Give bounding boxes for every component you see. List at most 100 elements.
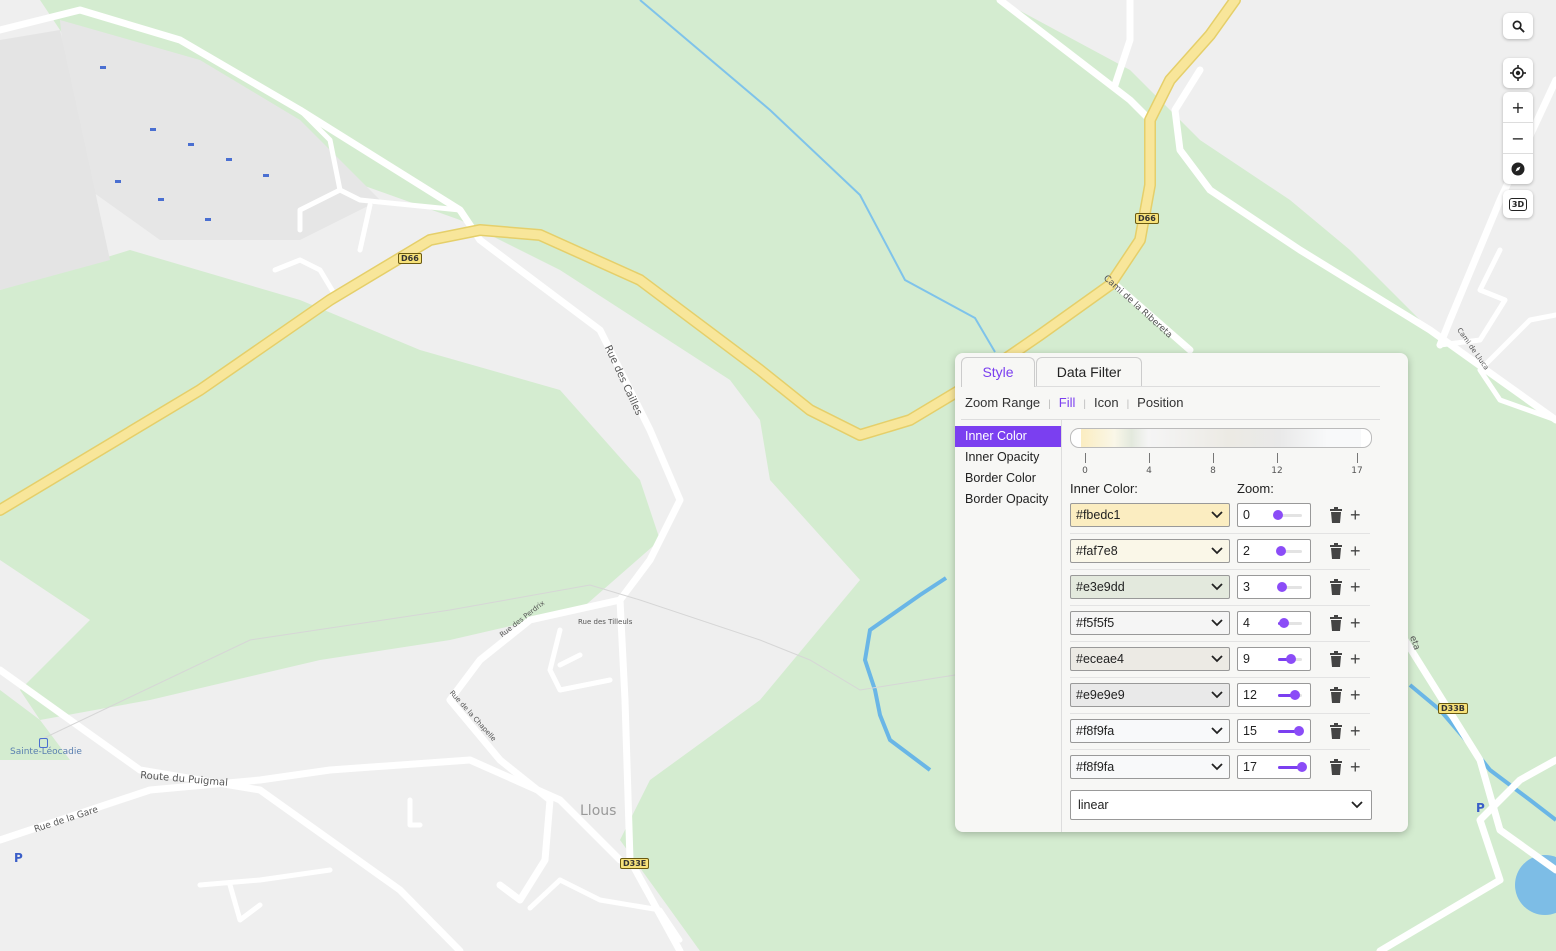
zoom-slider-handle[interactable] — [1290, 690, 1301, 700]
trash-icon[interactable] — [1329, 615, 1343, 631]
zoom-stop-input[interactable]: 9 — [1237, 647, 1311, 671]
compass-icon — [1511, 162, 1525, 176]
color-stop-row: #f8f9fa 15 + — [1070, 719, 1370, 743]
subtab-icon[interactable]: Icon — [1094, 395, 1119, 410]
color-stop-select[interactable]: #f8f9fa — [1070, 755, 1230, 779]
zoom-slider[interactable] — [1273, 510, 1302, 520]
property-border-color[interactable]: Border Color — [955, 468, 1061, 489]
trash-icon[interactable] — [1329, 651, 1343, 667]
color-stop-select[interactable]: #e9e9e9 — [1070, 683, 1230, 707]
color-stop-value: #e9e9e9 — [1076, 688, 1125, 702]
zoom-stop-input[interactable]: 17 — [1237, 755, 1311, 779]
color-stop-select[interactable]: #f5f5f5 — [1070, 611, 1230, 635]
search-icon — [1512, 20, 1525, 33]
zoom-tick — [1085, 453, 1086, 463]
chevron-down-icon — [1211, 684, 1223, 706]
zoom-slider[interactable] — [1278, 762, 1307, 772]
color-gradient-bar — [1070, 428, 1372, 448]
subtab-position[interactable]: Position — [1137, 395, 1183, 410]
parking-icon: P — [14, 851, 23, 865]
zoom-slider[interactable] — [1278, 654, 1302, 664]
zoom-slider-handle[interactable] — [1278, 618, 1289, 628]
trash-icon[interactable] — [1329, 507, 1343, 523]
zoom-slider[interactable] — [1278, 726, 1305, 736]
zoom-tick-label: 12 — [1271, 466, 1283, 476]
zoom-stop-input[interactable]: 3 — [1237, 575, 1311, 599]
add-stop-button[interactable]: + — [1350, 503, 1361, 527]
color-stop-row: #eceae4 9 + — [1070, 647, 1370, 671]
trash-icon[interactable] — [1329, 759, 1343, 775]
zoom-tick — [1277, 453, 1278, 463]
chevron-down-icon — [1211, 504, 1223, 526]
property-border-opacity[interactable]: Border Opacity — [955, 489, 1061, 510]
trash-icon[interactable] — [1329, 687, 1343, 703]
zoom-slider-handle[interactable] — [1273, 510, 1283, 520]
color-stop-row: #fbedc1 0 + — [1070, 503, 1370, 527]
add-stop-button[interactable]: + — [1350, 575, 1361, 599]
zoom-slider[interactable] — [1275, 546, 1302, 556]
add-stop-button[interactable]: + — [1350, 755, 1361, 779]
zoom-out-button[interactable]: − — [1503, 123, 1533, 153]
zoom-tick-label: 4 — [1146, 466, 1152, 476]
chevron-down-icon — [1211, 576, 1223, 598]
add-stop-button[interactable]: + — [1350, 647, 1361, 671]
zoom-slider-handle[interactable] — [1294, 726, 1305, 736]
color-stop-select[interactable]: #e3e9dd — [1070, 575, 1230, 599]
zoom-stop-value: 3 — [1243, 580, 1250, 594]
add-stop-button[interactable]: + — [1350, 611, 1361, 635]
zoom-stop-input[interactable]: 0 — [1237, 503, 1311, 527]
subtab-zoom-range[interactable]: Zoom Range — [965, 395, 1040, 410]
zoom-stop-value: 15 — [1243, 724, 1257, 738]
zoom-slider[interactable] — [1277, 582, 1302, 592]
compass-button[interactable] — [1503, 154, 1533, 184]
add-stop-button[interactable]: + — [1350, 683, 1361, 707]
zoom-stop-value: 17 — [1243, 760, 1257, 774]
road-shield: D66 — [398, 253, 422, 264]
zoom-slider-handle[interactable] — [1277, 582, 1288, 592]
search-button[interactable] — [1503, 13, 1533, 39]
zoom-stop-input[interactable]: 15 — [1237, 719, 1311, 743]
row-divider — [1070, 641, 1370, 642]
color-stop-select[interactable]: #faf7e8 — [1070, 539, 1230, 563]
zoom-in-button[interactable]: + — [1503, 92, 1533, 122]
color-stop-select[interactable]: #fbedc1 — [1070, 503, 1230, 527]
zoom-tick-label: 0 — [1082, 466, 1088, 476]
trash-icon[interactable] — [1329, 579, 1343, 595]
zoom-slider[interactable] — [1278, 618, 1302, 628]
zoom-slider-handle[interactable] — [1285, 654, 1296, 664]
locate-button[interactable] — [1503, 58, 1533, 88]
zoom-stop-input[interactable]: 12 — [1237, 683, 1311, 707]
add-stop-button[interactable]: + — [1350, 719, 1361, 743]
zoom-stop-value: 12 — [1243, 688, 1257, 702]
interpolation-value: linear — [1078, 798, 1109, 812]
color-stop-row: #faf7e8 2 + — [1070, 539, 1370, 563]
subtab-fill[interactable]: Fill — [1059, 395, 1076, 410]
color-stop-row: #e3e9dd 3 + — [1070, 575, 1370, 599]
color-stop-select[interactable]: #eceae4 — [1070, 647, 1230, 671]
inner-color-label: Inner Color: — [1070, 481, 1138, 496]
tab-data-filter[interactable]: Data Filter — [1036, 357, 1142, 386]
row-divider — [1070, 677, 1370, 678]
trash-icon[interactable] — [1329, 543, 1343, 559]
add-stop-button[interactable]: + — [1350, 539, 1361, 563]
subtabs: Zoom Range | Fill | Icon | Position — [965, 395, 1184, 410]
zoom-slider[interactable] — [1278, 690, 1302, 700]
locate-icon — [1510, 65, 1526, 81]
interpolation-select[interactable]: linear — [1070, 790, 1372, 820]
zoom-tick — [1213, 453, 1214, 463]
color-stop-value: #f8f9fa — [1076, 760, 1115, 774]
zoom-slider-handle[interactable] — [1297, 762, 1307, 772]
3d-button[interactable]: 3D — [1503, 190, 1533, 218]
property-inner-opacity[interactable]: Inner Opacity — [955, 447, 1061, 468]
zoom-stop-input[interactable]: 4 — [1237, 611, 1311, 635]
tab-style[interactable]: Style — [961, 357, 1035, 387]
zoom-stop-input[interactable]: 2 — [1237, 539, 1311, 563]
zoom-slider-handle[interactable] — [1275, 546, 1286, 556]
3d-icon: 3D — [1508, 197, 1528, 211]
trash-icon[interactable] — [1329, 723, 1343, 739]
property-inner-color[interactable]: Inner Color — [955, 426, 1061, 447]
color-stop-select[interactable]: #f8f9fa — [1070, 719, 1230, 743]
place-label: Sainte-Léocadie — [10, 747, 82, 757]
color-stop-value: #faf7e8 — [1076, 544, 1118, 558]
parking-icon: P — [1476, 801, 1485, 815]
